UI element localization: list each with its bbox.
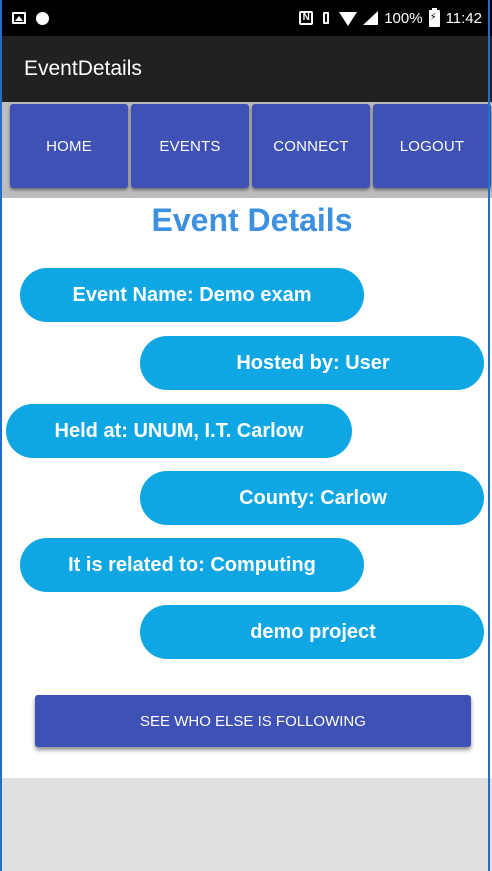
page-title: Event Details [151,202,353,238]
nfc-icon: N [299,11,314,25]
tab-home[interactable]: HOME [10,104,128,188]
signal-icon [363,11,379,25]
event-details-panel: Event Details Event Name: Demo exam Host… [0,198,492,778]
footer-area [0,778,492,871]
event-name-label: Event Name: Demo exam [20,268,364,322]
event-description-label: demo project [140,605,484,659]
tab-events[interactable]: EVENTS [131,104,249,188]
wifi-icon [339,12,358,26]
app-bar: EventDetails [0,36,492,102]
battery-icon [428,7,440,27]
clock: 11:42 [445,9,482,27]
nav-bar: HOME EVENTS CONNECT LOGOUT [0,102,492,198]
see-followers-button[interactable]: SEE WHO ELSE IS FOLLOWING [35,695,471,747]
hosted-by-label: Hosted by: User [140,336,484,390]
related-to-label: It is related to: Computing [20,538,364,592]
circle-notification-icon [36,11,49,25]
tab-connect[interactable]: CONNECT [252,104,370,188]
battery-percent: 100% [384,9,423,27]
image-notification-icon [12,12,26,24]
status-bar: N 100% 11:42 [0,0,492,36]
vibrate-icon [319,11,333,25]
tab-logout[interactable]: LOGOUT [373,104,491,188]
county-label: County: Carlow [140,471,484,525]
held-at-label: Held at: UNUM, I.T. Carlow [6,404,352,458]
app-title: EventDetails [24,57,142,80]
